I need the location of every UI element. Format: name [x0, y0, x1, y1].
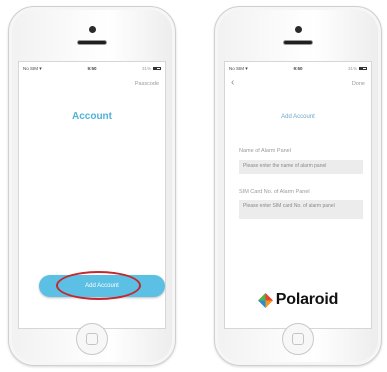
polaroid-wordmark: Polaroid	[275, 291, 339, 308]
status-battery: 31%	[348, 66, 367, 71]
wifi-icon: ▾	[245, 66, 248, 72]
home-square-icon	[292, 333, 304, 345]
status-carrier: No SIM ▾	[229, 66, 248, 72]
speaker-grille	[77, 40, 107, 45]
highlight-ring	[56, 271, 141, 300]
back-chevron-icon[interactable]: ‹	[231, 78, 234, 88]
sim-card-label: SIM Card No. of Alarm Panel	[239, 189, 310, 195]
alarm-panel-name-input[interactable]: Please enter the name of alarm panel	[239, 160, 363, 174]
phone-right: No SIM ▾ 9:50 31% ‹ Done Add Account Nam…	[214, 6, 382, 366]
wifi-icon: ▾	[39, 66, 42, 72]
polaroid-logo: Polaroid	[225, 291, 371, 309]
home-button[interactable]	[76, 323, 108, 355]
sim-card-input[interactable]: Please enter SIM card No. of alarm panel	[239, 200, 363, 219]
home-square-icon	[86, 333, 98, 345]
camera-icon	[294, 26, 302, 33]
done-button[interactable]: Done	[352, 81, 365, 87]
status-carrier: No SIM ▾	[23, 66, 42, 72]
battery-icon	[359, 66, 367, 71]
status-time: 9:50	[87, 66, 97, 71]
speaker-grille	[283, 40, 313, 45]
polaroid-logo-icon	[257, 292, 273, 308]
status-bar: No SIM ▾ 9:50 31%	[23, 65, 161, 74]
status-battery: 31%	[142, 66, 161, 71]
camera-icon	[88, 26, 96, 33]
phone-left: No SIM ▾ 9:50 31% Passcode Account Add A…	[8, 6, 176, 366]
add-account-screen: No SIM ▾ 9:50 31% ‹ Done Add Account Nam…	[224, 61, 372, 329]
home-button[interactable]	[282, 323, 314, 355]
page-title: Add Account	[281, 114, 315, 120]
page-title: Account	[72, 111, 112, 122]
status-bar: No SIM ▾ 9:50 31%	[229, 65, 367, 74]
status-time: 9:50	[293, 66, 303, 71]
account-screen: No SIM ▾ 9:50 31% Passcode Account Add A…	[18, 61, 166, 329]
battery-icon	[153, 66, 161, 71]
alarm-panel-name-label: Name of Alarm Panel	[239, 148, 291, 154]
passcode-link[interactable]: Passcode	[135, 81, 159, 87]
